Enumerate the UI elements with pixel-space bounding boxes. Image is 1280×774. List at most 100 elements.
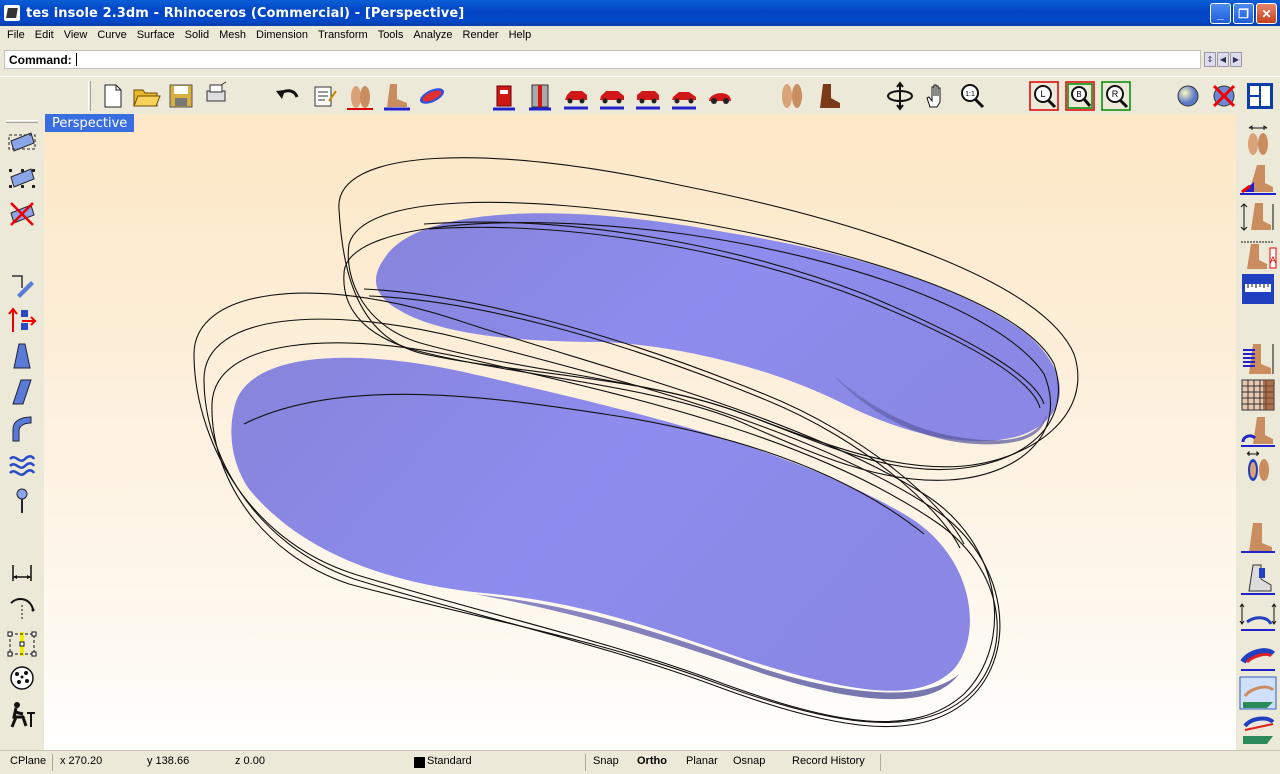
toe-foot-icon[interactable]	[1239, 562, 1277, 596]
foot-annotate-icon[interactable]: A	[1239, 238, 1277, 272]
box-points-icon[interactable]	[5, 628, 39, 660]
menu-curve[interactable]: Curve	[92, 29, 131, 41]
zoom-r-icon[interactable]: R	[1100, 80, 1132, 112]
menu-dimension[interactable]: Dimension	[251, 29, 313, 41]
left-toolbar	[0, 114, 44, 750]
insole-red-icon[interactable]	[416, 80, 448, 112]
taper-icon[interactable]	[5, 340, 39, 372]
new-file-icon[interactable]	[96, 80, 128, 112]
four-viewports-icon[interactable]	[1244, 80, 1276, 112]
restore-button[interactable]: ❐	[1233, 3, 1254, 24]
foot-sole-icon[interactable]	[1239, 450, 1277, 484]
boot-icon[interactable]	[812, 80, 844, 112]
status-snap[interactable]: Snap	[593, 755, 619, 767]
rhino-app-icon	[4, 5, 20, 21]
foot-width-icon[interactable]	[1239, 124, 1277, 158]
car-red-1-icon[interactable]	[560, 80, 592, 112]
command-input[interactable]: Command:	[4, 50, 1201, 69]
bend-icon[interactable]	[5, 412, 39, 444]
status-separator	[880, 754, 881, 771]
insole-layer-icon[interactable]	[1239, 676, 1277, 710]
save-icon[interactable]	[165, 80, 197, 112]
move-arrows-icon[interactable]	[5, 304, 39, 336]
undo-icon[interactable]	[272, 80, 304, 112]
select-points-icon[interactable]	[5, 162, 39, 194]
command-scroll: ⇕ ◀ ▶	[1204, 52, 1242, 67]
menu-transform[interactable]: Transform	[313, 29, 373, 41]
scroll-updown-icon[interactable]: ⇕	[1204, 52, 1216, 67]
menu-edit[interactable]: Edit	[30, 29, 59, 41]
status-separator	[585, 754, 586, 771]
box-split-icon[interactable]	[524, 80, 556, 112]
foot-height-icon[interactable]	[1239, 200, 1277, 234]
status-planar[interactable]: Planar	[686, 755, 718, 767]
perspective-viewport[interactable]: Perspective	[44, 114, 1236, 750]
insole-model-scene[interactable]	[44, 114, 1236, 750]
status-record-history[interactable]: Record History	[792, 755, 865, 767]
layer-color-swatch[interactable]	[414, 757, 425, 768]
arrow-insole-icon[interactable]	[1239, 600, 1277, 634]
foot-side-2-icon[interactable]	[1239, 520, 1277, 554]
car-red-4-icon[interactable]	[668, 80, 700, 112]
foot-stripes-icon[interactable]	[1239, 342, 1277, 376]
menu-tools[interactable]: Tools	[373, 29, 409, 41]
edit-wedge-icon[interactable]	[5, 270, 39, 302]
feet-pair-2-icon[interactable]	[776, 80, 808, 112]
svg-text:B: B	[1076, 90, 1081, 99]
person-chair-icon[interactable]	[5, 698, 39, 730]
insole-blue-icon[interactable]	[1239, 640, 1277, 674]
menu-file[interactable]: File	[2, 29, 30, 41]
car-red-2-icon[interactable]	[596, 80, 628, 112]
menu-mesh[interactable]: Mesh	[214, 29, 251, 41]
text-caret	[75, 53, 77, 66]
menu-view[interactable]: View	[59, 29, 93, 41]
foot-heel-icon[interactable]	[1239, 162, 1277, 196]
pin-icon[interactable]	[5, 484, 39, 516]
dimension-icon[interactable]	[5, 556, 39, 588]
close-button[interactable]: ✕	[1256, 3, 1277, 24]
status-layer[interactable]: Standard	[427, 755, 472, 767]
feet-pair-icon[interactable]	[344, 80, 376, 112]
menu-surface[interactable]: Surface	[132, 29, 180, 41]
viewport-title[interactable]: Perspective	[45, 114, 135, 132]
foot-side-icon[interactable]	[380, 80, 412, 112]
svg-text:L: L	[1040, 89, 1045, 99]
deselect-icon[interactable]	[5, 198, 39, 230]
print-icon[interactable]	[200, 80, 232, 112]
shear-icon[interactable]	[5, 376, 39, 408]
toolbar-grip[interactable]	[88, 81, 91, 111]
arc-curve-icon[interactable]	[5, 592, 39, 624]
box-red-icon[interactable]	[488, 80, 520, 112]
status-y-coord: y 138.66	[147, 755, 190, 767]
ruler-icon[interactable]	[1239, 272, 1277, 306]
menu-solid[interactable]: Solid	[180, 29, 214, 41]
car-red-3-icon[interactable]	[632, 80, 664, 112]
menu-render[interactable]: Render	[458, 29, 504, 41]
menu-help[interactable]: Help	[504, 29, 537, 41]
zoom-l-icon[interactable]: L	[1028, 80, 1060, 112]
twist-wave-icon[interactable]	[5, 448, 39, 480]
properties-icon[interactable]	[308, 80, 340, 112]
heel-cup-icon[interactable]	[1239, 414, 1277, 448]
minimize-button[interactable]: _	[1210, 3, 1231, 24]
status-osnap[interactable]: Osnap	[733, 755, 765, 767]
zoom-b-icon[interactable]: B	[1064, 80, 1096, 112]
status-ortho[interactable]: Ortho	[637, 755, 667, 767]
toolbar-grip[interactable]	[6, 120, 38, 123]
open-folder-icon[interactable]	[130, 80, 162, 112]
grid-foot-icon[interactable]	[1239, 378, 1277, 412]
scroll-right-icon[interactable]: ▶	[1230, 52, 1242, 67]
rotate-view-icon[interactable]	[884, 80, 916, 112]
select-object-icon[interactable]	[5, 126, 39, 158]
control-dots-icon[interactable]	[5, 662, 39, 694]
scroll-left-icon[interactable]: ◀	[1217, 52, 1229, 67]
shade-sphere-icon[interactable]	[1172, 80, 1204, 112]
status-cplane[interactable]: CPlane	[10, 755, 46, 767]
delete-x-icon[interactable]	[1208, 80, 1240, 112]
insole-wedge-icon[interactable]	[1239, 712, 1277, 746]
zoom-1to1-icon[interactable]: 1:1	[956, 80, 988, 112]
beetle-car-icon[interactable]	[704, 80, 736, 112]
pan-hand-icon[interactable]	[920, 80, 952, 112]
svg-text:R: R	[1112, 89, 1119, 99]
menu-analyze[interactable]: Analyze	[408, 29, 457, 41]
